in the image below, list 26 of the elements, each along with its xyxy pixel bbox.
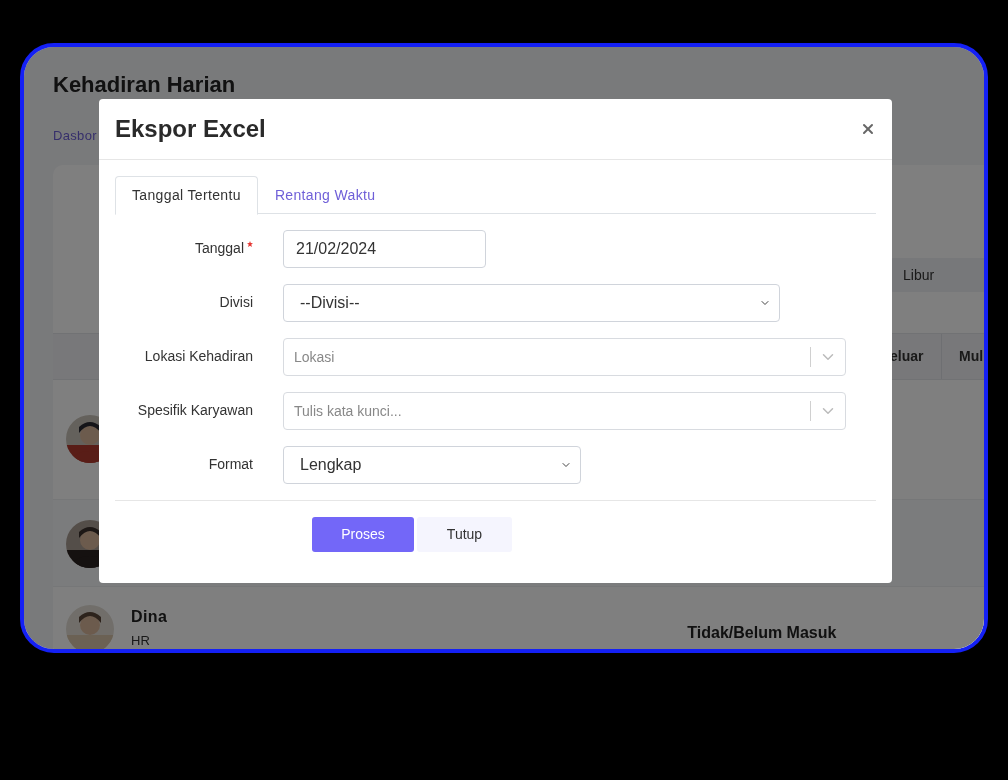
field-label: Divisi <box>219 293 253 312</box>
attendance-status: Tidak/Belum Masuk <box>687 623 837 643</box>
field-label: Lokasi Kehadiran <box>144 347 253 366</box>
column-header: eluar <box>889 347 925 366</box>
dialog-title: Ekspor Excel <box>115 114 266 144</box>
close-dialog-button[interactable]: Tutup <box>417 517 512 552</box>
tab[interactable]: Tanggal Tertentu <box>115 176 258 215</box>
filter-chip[interactable]: Libur <box>890 258 984 292</box>
select-field[interactable]: --Divisi-- <box>283 284 780 322</box>
close-button[interactable] <box>860 121 876 137</box>
tab[interactable]: Rentang Waktu <box>257 176 393 215</box>
page-title: Kehadiran Harian <box>53 74 237 96</box>
field-label: Format <box>208 455 253 474</box>
column-header: Mul <box>941 334 984 379</box>
search-select-field[interactable]: Lokasi <box>283 338 846 376</box>
close-icon <box>860 121 876 137</box>
employee-name: Dina <box>131 607 168 627</box>
breadcrumb-link[interactable]: Dasbor <box>53 128 97 143</box>
field-label: Tanggal <box>194 239 244 258</box>
required-icon <box>247 241 253 247</box>
field-label: Spesifik Karyawan <box>137 401 253 420</box>
employee-role: HR <box>131 632 151 649</box>
date-field[interactable]: 21/02/2024 <box>283 230 486 268</box>
search-select-field[interactable]: Tulis kata kunci... <box>283 392 846 430</box>
select-field[interactable]: Lengkap <box>283 446 581 484</box>
process-button[interactable]: Proses <box>312 517 414 552</box>
